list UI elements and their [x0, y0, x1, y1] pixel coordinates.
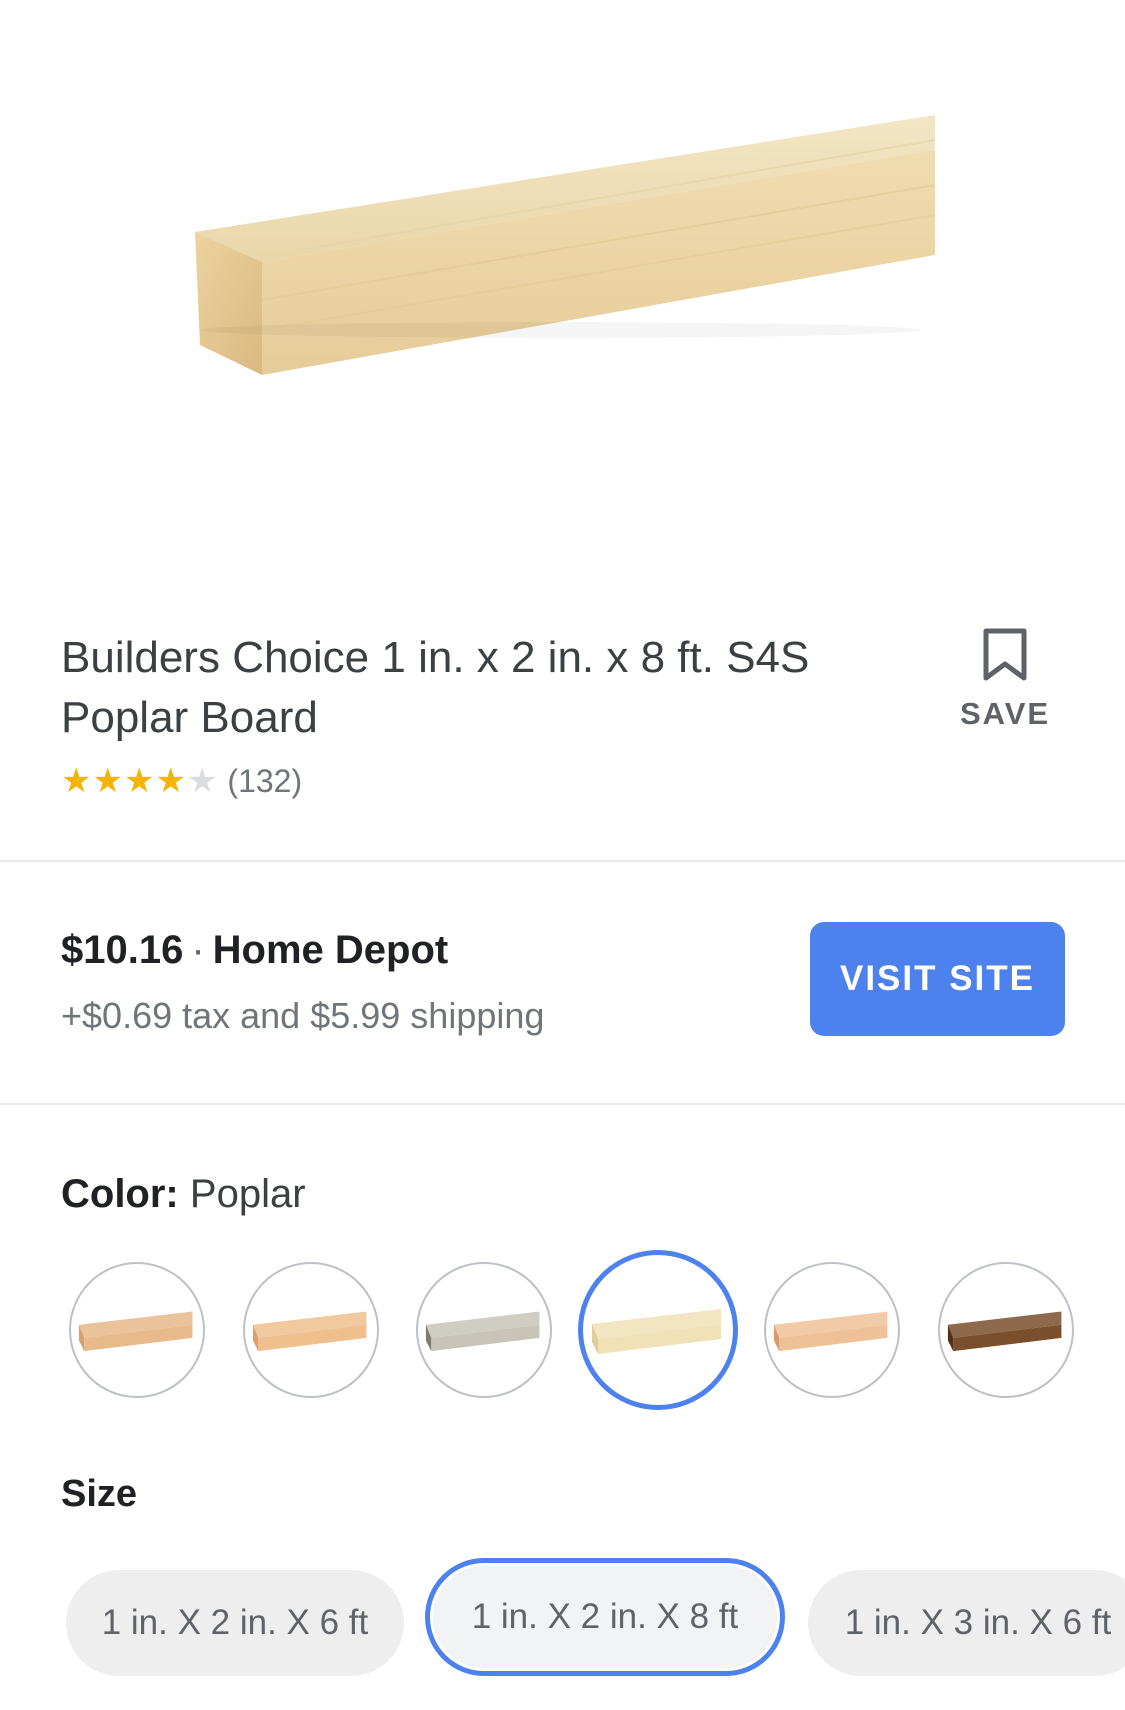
product-rating[interactable]: ★ ★ ★ ★ ★ (132) — [61, 760, 302, 802]
star-filled-icon: ★ — [155, 762, 186, 800]
board-thumbnail — [947, 1311, 1062, 1352]
size-label: Size — [61, 1473, 138, 1515]
star-empty-icon: ★ — [186, 762, 218, 800]
store-name: Home Depot — [212, 928, 449, 972]
size-option[interactable]: 1 in. X 2 in. X 8 ft — [425, 1558, 785, 1676]
price: $10.16 — [61, 928, 184, 972]
board-thumbnail — [425, 1311, 540, 1352]
poplar-board-image — [195, 115, 936, 375]
swatch-3[interactable] — [416, 1262, 552, 1398]
size-option[interactable]: 1 in. X 2 in. X 6 ft — [66, 1570, 404, 1676]
color-swatches — [0, 1250, 1125, 1410]
board-thumbnail — [592, 1309, 721, 1354]
size-option-label: 1 in. X 2 in. X 8 ft — [471, 1597, 739, 1636]
size-option[interactable]: 1 in. X 3 in. X 6 ft — [808, 1570, 1125, 1676]
size-option-label: 1 in. X 3 in. X 6 ft — [844, 1603, 1112, 1642]
board-thumbnail — [252, 1311, 367, 1352]
divider — [0, 1103, 1125, 1105]
review-count: (132) — [227, 762, 303, 799]
board-thumbnail — [773, 1311, 888, 1352]
price-line: $10.16 · Home Depot — [61, 926, 448, 974]
swatch-2[interactable] — [243, 1262, 379, 1398]
color-label-key: Color: — [61, 1172, 179, 1216]
swatch-1[interactable] — [69, 1262, 205, 1398]
save-button[interactable]: SAVE — [950, 628, 1060, 748]
size-options: 1 in. X 2 in. X 6 ft 1 in. X 2 in. X 8 ft… — [0, 1558, 1125, 1678]
rating-stars: ★ ★ ★ ★ ★ — [61, 764, 217, 798]
star-filled-icon: ★ — [123, 762, 155, 800]
color-label: Color: Poplar — [61, 1170, 306, 1218]
divider — [0, 860, 1125, 862]
swatch-poplar[interactable] — [578, 1250, 738, 1410]
save-label: SAVE — [959, 696, 1051, 731]
bookmark-icon — [983, 628, 1027, 681]
visit-site-button[interactable]: VISIT SITE — [810, 922, 1065, 1036]
swatch-6[interactable] — [938, 1262, 1074, 1398]
swatch-5[interactable] — [764, 1262, 900, 1398]
size-option-label: 1 in. X 2 in. X 6 ft — [101, 1603, 369, 1642]
board-thumbnail — [78, 1311, 193, 1352]
separator: · — [191, 928, 205, 972]
product-image[interactable] — [0, 0, 1125, 590]
product-title: Builders Choice 1 in. x 2 in. x 8 ft. S4… — [61, 633, 810, 742]
star-filled-icon: ★ — [92, 762, 123, 800]
color-value: Poplar — [189, 1172, 306, 1216]
tax-shipping: +$0.69 tax and $5.99 shipping — [61, 995, 545, 1036]
star-filled-icon: ★ — [61, 762, 92, 800]
